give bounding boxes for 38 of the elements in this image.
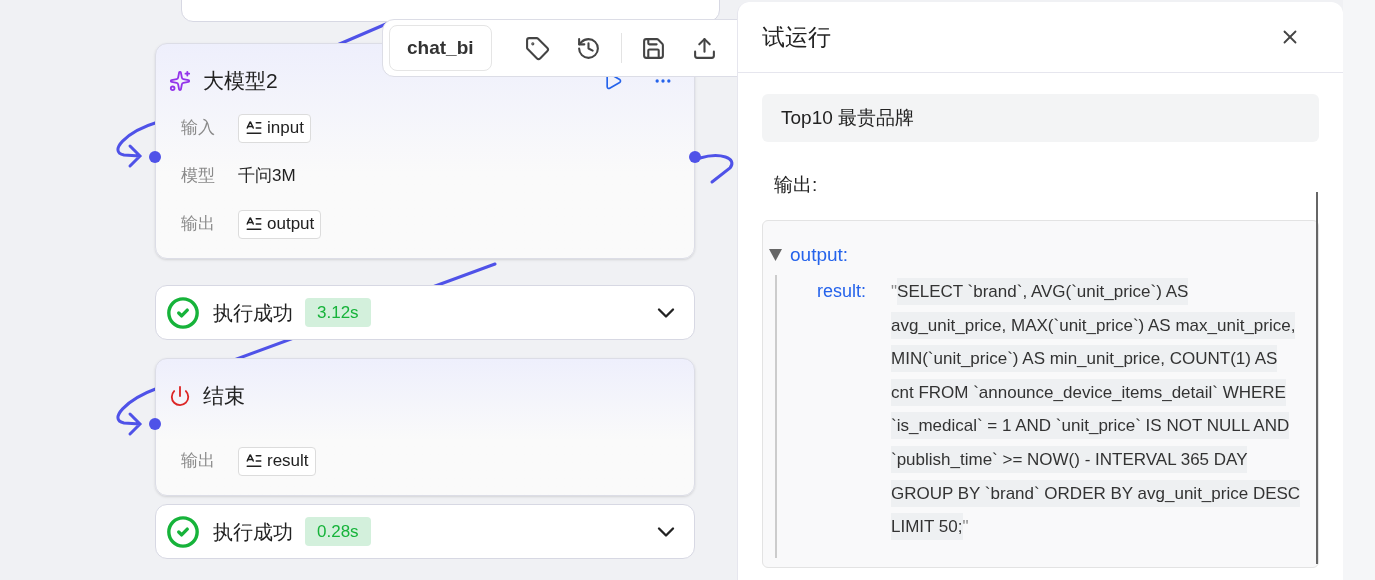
text-variable-icon — [245, 119, 263, 137]
text-variable-icon — [245, 215, 263, 233]
duration-badge: 3.12s — [305, 298, 371, 327]
status-text: 执行成功 — [213, 519, 293, 545]
panel-title: 试运行 — [762, 22, 831, 52]
workflow-node[interactable]: 结束 输出 result — [155, 358, 695, 496]
input-field[interactable]: Top10 最贵品牌 — [762, 94, 1319, 142]
check-circle-icon — [166, 514, 200, 549]
field-label: 输出 — [181, 213, 216, 236]
check-circle-icon — [166, 295, 200, 330]
input-port[interactable] — [149, 151, 161, 163]
history-icon[interactable] — [575, 35, 601, 61]
variable-tag: result — [238, 446, 316, 476]
output-label: 输出: — [774, 173, 818, 197]
save-icon[interactable] — [640, 35, 666, 61]
upload-icon[interactable] — [691, 35, 717, 61]
variable-tag: output — [238, 209, 322, 239]
run-status-bar[interactable]: 执行成功 3.12s — [155, 285, 695, 340]
field-label: 模型 — [181, 165, 216, 188]
output-key: output: — [790, 240, 849, 269]
text-variable-icon — [245, 452, 263, 470]
input-port[interactable] — [149, 418, 161, 430]
collapse-triangle-icon[interactable] — [769, 248, 782, 261]
result-key: result: — [817, 275, 891, 544]
field-label: 输入 — [181, 117, 216, 140]
sparkle-icon — [169, 70, 191, 92]
variable-tag: input — [238, 113, 311, 143]
field-value: 千问3M — [238, 165, 296, 188]
node-title: 结束 — [203, 383, 245, 410]
run-status-bar[interactable]: 执行成功 0.28s — [155, 504, 695, 559]
connector-line — [698, 154, 734, 184]
status-text: 执行成功 — [213, 300, 293, 326]
workflow-name-button[interactable]: chat_bi — [389, 25, 492, 71]
node-title: 大模型2 — [203, 68, 278, 95]
tag-icon[interactable] — [524, 35, 550, 61]
power-icon — [169, 385, 191, 407]
field-label: 输出 — [181, 450, 216, 473]
duration-badge: 0.28s — [305, 517, 371, 546]
